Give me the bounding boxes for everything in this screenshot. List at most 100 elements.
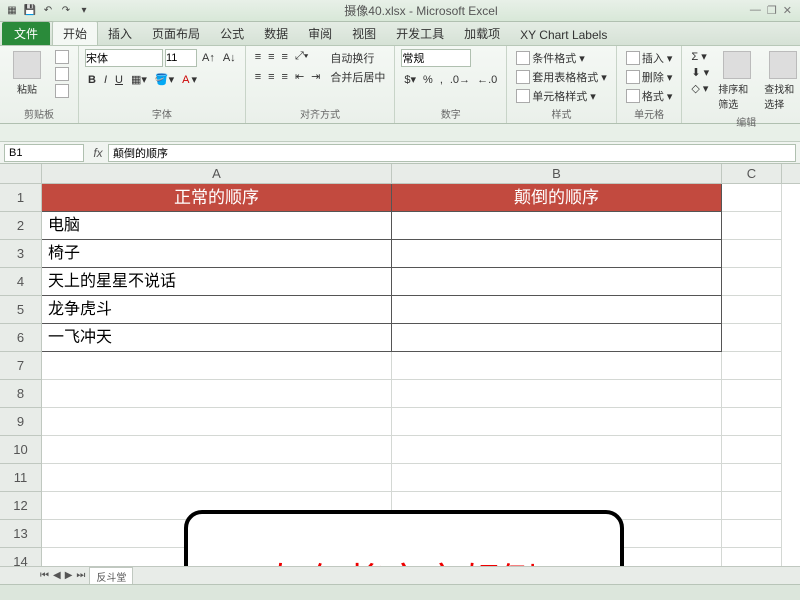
cell[interactable] (722, 240, 782, 268)
align-right-button[interactable]: ≡ (279, 69, 291, 84)
row-head[interactable]: 13 (0, 520, 42, 548)
tab-view[interactable]: 视图 (342, 22, 386, 45)
maximize-button[interactable]: ❐ (767, 4, 777, 17)
qat-more-icon[interactable]: ▾ (76, 3, 92, 19)
cell[interactable] (392, 464, 722, 492)
fx-icon[interactable]: fx (88, 146, 108, 160)
tab-data[interactable]: 数据 (254, 22, 298, 45)
currency-button[interactable]: $▾ (401, 72, 419, 87)
col-head-a[interactable]: A (42, 164, 392, 183)
indent-dec-button[interactable]: ⇤ (292, 69, 307, 84)
comma-button[interactable]: , (437, 72, 446, 87)
save-icon[interactable]: 💾 (22, 3, 38, 19)
minimize-button[interactable]: — (750, 4, 761, 17)
cell[interactable] (722, 268, 782, 296)
close-button[interactable]: ✕ (783, 4, 792, 17)
underline-button[interactable]: U (112, 72, 126, 87)
sheet-nav-first[interactable]: ⏮ (40, 570, 49, 581)
cell[interactable] (392, 296, 722, 324)
sheet-tab-1[interactable]: 反斗堂 (89, 567, 133, 585)
cell[interactable] (42, 408, 392, 436)
tab-file[interactable]: 文件 (2, 22, 50, 45)
sheet-nav-prev[interactable]: ◀ (53, 570, 61, 581)
undo-icon[interactable]: ↶ (40, 3, 56, 19)
row-head[interactable]: 3 (0, 240, 42, 268)
cell[interactable] (722, 408, 782, 436)
cell[interactable]: 颠倒的顺序 (392, 184, 722, 212)
fill-color-button[interactable]: 🪣▾ (152, 72, 177, 87)
sheet-nav-last[interactable]: ⏭ (76, 570, 85, 581)
wrap-text-button[interactable]: 自动换行 (327, 49, 388, 67)
font-name-input[interactable] (85, 49, 163, 67)
bold-button[interactable]: B (85, 72, 99, 87)
format-painter-button[interactable] (52, 83, 72, 99)
cell[interactable] (392, 352, 722, 380)
row-head[interactable]: 6 (0, 324, 42, 352)
insert-cells-button[interactable]: 插入 ▾ (623, 49, 676, 67)
col-head-c[interactable]: C (722, 164, 782, 183)
tab-layout[interactable]: 页面布局 (142, 22, 210, 45)
cell[interactable] (42, 436, 392, 464)
delete-cells-button[interactable]: 删除 ▾ (623, 68, 676, 86)
row-head[interactable]: 2 (0, 212, 42, 240)
row-head[interactable]: 11 (0, 464, 42, 492)
cell[interactable] (42, 352, 392, 380)
autosum-button[interactable]: Σ ▾ (688, 49, 712, 64)
tab-dev[interactable]: 开发工具 (386, 22, 454, 45)
cond-format-button[interactable]: 条件格式 ▾ (513, 49, 610, 67)
row-head[interactable]: 8 (0, 380, 42, 408)
cell[interactable] (722, 324, 782, 352)
name-box[interactable]: B1 (4, 144, 84, 162)
cell[interactable] (42, 380, 392, 408)
cell[interactable] (392, 408, 722, 436)
cell[interactable] (722, 520, 782, 548)
cell[interactable] (722, 436, 782, 464)
cell[interactable] (722, 352, 782, 380)
tab-home[interactable]: 开始 (52, 21, 98, 45)
number-format-select[interactable] (401, 49, 471, 67)
indent-inc-button[interactable]: ⇥ (308, 69, 323, 84)
cell[interactable]: 一飞冲天 (42, 324, 392, 352)
inc-decimal-button[interactable]: .0→ (447, 72, 473, 87)
tab-xy-chart[interactable]: XY Chart Labels (510, 25, 617, 45)
tab-review[interactable]: 审阅 (298, 22, 342, 45)
tab-addins[interactable]: 加载项 (454, 22, 510, 45)
fill-button[interactable]: ⬇ ▾ (688, 65, 712, 80)
grow-font-button[interactable]: A↑ (199, 49, 218, 67)
worksheet-grid[interactable]: A B C 123456789101112131415 正常的顺序颠倒的顺序电脑… (0, 164, 800, 584)
formula-input[interactable]: 颠倒的顺序 (108, 144, 796, 162)
redo-icon[interactable]: ↷ (58, 3, 74, 19)
cell[interactable] (722, 492, 782, 520)
cell[interactable]: 正常的顺序 (42, 184, 392, 212)
align-center-button[interactable]: ≡ (265, 69, 277, 84)
cell[interactable]: 龙争虎斗 (42, 296, 392, 324)
sort-filter-button[interactable]: 排序和筛选 (716, 49, 758, 113)
sheet-nav-next[interactable]: ▶ (65, 570, 73, 581)
cell[interactable] (42, 464, 392, 492)
cell[interactable] (722, 184, 782, 212)
orientation-button[interactable]: ⤢▾ (292, 49, 311, 64)
cell[interactable] (392, 240, 722, 268)
align-mid-button[interactable]: ≡ (265, 49, 277, 64)
cell[interactable]: 椅子 (42, 240, 392, 268)
cell[interactable] (722, 380, 782, 408)
cell[interactable] (392, 324, 722, 352)
font-color-button[interactable]: A▾ (179, 72, 200, 87)
cell[interactable] (722, 464, 782, 492)
cell[interactable] (392, 380, 722, 408)
format-cells-button[interactable]: 格式 ▾ (623, 87, 676, 105)
row-head[interactable]: 12 (0, 492, 42, 520)
clear-button[interactable]: ◇ ▾ (688, 81, 712, 96)
cell[interactable]: 电脑 (42, 212, 392, 240)
cell[interactable] (392, 212, 722, 240)
italic-button[interactable]: I (101, 72, 110, 87)
align-bot-button[interactable]: ≡ (279, 49, 291, 64)
select-all-corner[interactable] (0, 164, 42, 184)
align-left-button[interactable]: ≡ (252, 69, 264, 84)
row-head[interactable]: 9 (0, 408, 42, 436)
row-head[interactable]: 10 (0, 436, 42, 464)
col-head-b[interactable]: B (392, 164, 722, 183)
cell[interactable] (722, 212, 782, 240)
tab-insert[interactable]: 插入 (98, 22, 142, 45)
border-button[interactable]: ▦▾ (128, 72, 150, 87)
